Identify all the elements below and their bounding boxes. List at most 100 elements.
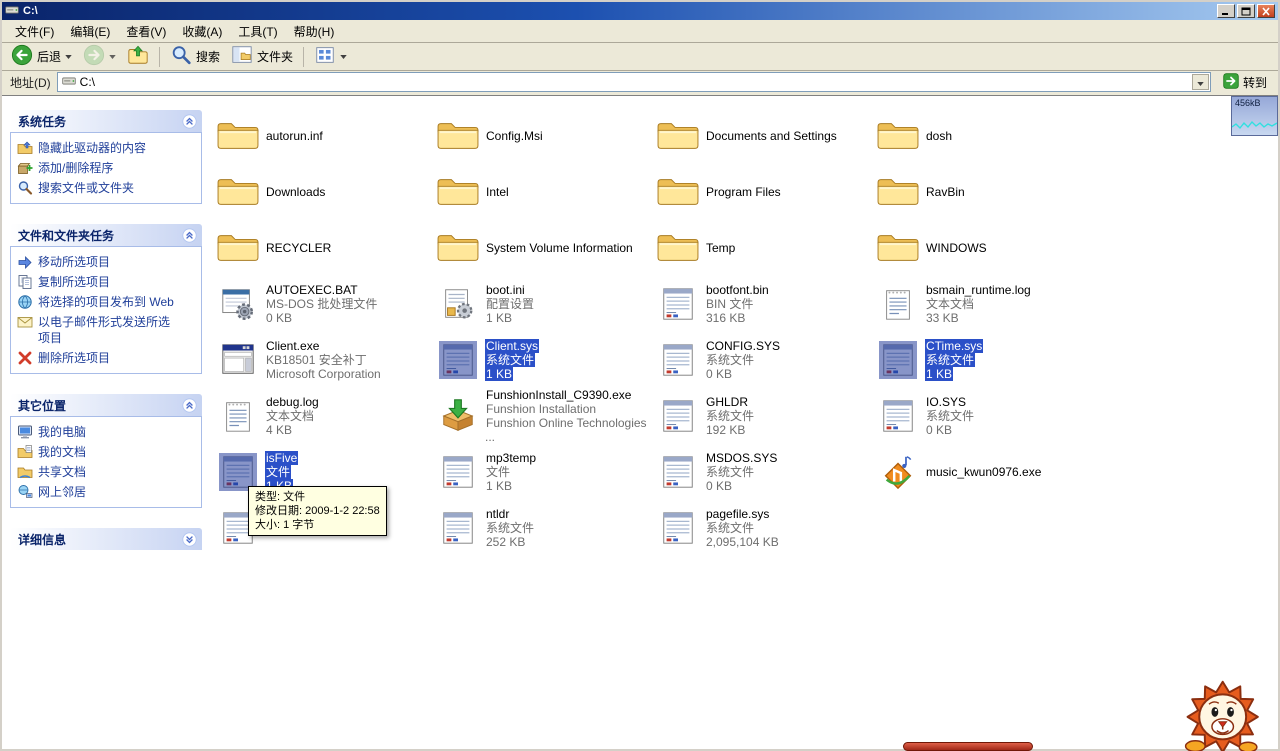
task-link[interactable]: 共享文档 — [15, 462, 197, 482]
lion-mascot[interactable] — [1146, 670, 1274, 751]
file-info: CTime.sys系统文件1 KB — [925, 339, 983, 381]
file-info: pagefile.sys系统文件2,095,104 KB — [705, 507, 780, 549]
file-item[interactable]: CONFIG.SYS系统文件0 KB — [654, 332, 874, 388]
file-item[interactable]: bsmain_runtime.log文本文档33 KB — [874, 276, 1094, 332]
file-item[interactable]: CTime.sys系统文件1 KB — [874, 332, 1094, 388]
generic-file-icon — [436, 450, 480, 494]
file-info: IO.SYS系统文件0 KB — [925, 395, 975, 437]
network-monitor-widget[interactable]: 456kB — [1231, 96, 1278, 136]
up-button[interactable] — [122, 42, 154, 71]
maximize-button[interactable] — [1237, 4, 1255, 18]
folder-item[interactable]: WINDOWS — [874, 220, 1094, 276]
back-button[interactable]: 后退 — [6, 42, 77, 71]
folder-item[interactable]: dosh — [874, 108, 1094, 164]
task-link-label: 将选择的项目发布到 Web — [38, 294, 178, 310]
task-link[interactable]: 搜索文件或文件夹 — [15, 178, 197, 198]
folder-item[interactable]: System Volume Information — [434, 220, 654, 276]
folders-button[interactable]: 文件夹 — [226, 42, 298, 71]
folder-item[interactable]: RavBin — [874, 164, 1094, 220]
forward-dropdown-icon[interactable] — [109, 55, 116, 59]
file-item[interactable]: GHLDR系统文件192 KB — [654, 388, 874, 444]
task-panel-header[interactable]: 其它位置 — [10, 394, 202, 416]
file-item[interactable]: Client.exeKB18501 安全补丁Microsoft Corporat… — [214, 332, 434, 388]
task-link[interactable]: 将选择的项目发布到 Web — [15, 292, 197, 312]
chevron-up-icon[interactable] — [182, 398, 197, 413]
file-info: RavBin — [925, 185, 966, 199]
search-button[interactable]: 搜索 — [165, 42, 225, 71]
file-item[interactable]: mp3temp文件1 KB — [434, 444, 654, 500]
views-dropdown-icon[interactable] — [340, 55, 347, 59]
file-detail: 系统文件 — [485, 353, 539, 367]
file-item[interactable]: AUTOEXEC.BATMS-DOS 批处理文件0 KB — [214, 276, 434, 332]
address-input[interactable]: C:\ — [57, 72, 1211, 92]
folder-item[interactable]: Program Files — [654, 164, 874, 220]
views-icon — [314, 44, 336, 69]
task-link-label: 添加/删除程序 — [38, 160, 178, 176]
task-panel-title: 文件和文件夹任务 — [18, 227, 114, 244]
file-item[interactable]: MSDOS.SYS系统文件0 KB — [654, 444, 874, 500]
forward-button[interactable] — [78, 42, 121, 71]
menu-item[interactable]: 工具(T) — [231, 21, 284, 42]
task-link[interactable]: 删除所选项目 — [15, 348, 197, 368]
folder-item[interactable]: Downloads — [214, 164, 434, 220]
task-link[interactable]: 网上邻居 — [15, 482, 197, 502]
task-panel-header[interactable]: 详细信息 — [10, 528, 202, 550]
file-item[interactable]: boot.ini配置设置1 KB — [434, 276, 654, 332]
file-item[interactable]: ntldr系统文件252 KB — [434, 500, 654, 556]
file-item[interactable]: pagefile.sys系统文件2,095,104 KB — [654, 500, 874, 556]
task-link[interactable]: 我的电脑 — [15, 422, 197, 442]
task-link[interactable]: 移动所选项目 — [15, 252, 197, 272]
file-detail: MS-DOS 批处理文件 — [265, 297, 378, 311]
task-panel-header[interactable]: 文件和文件夹任务 — [10, 224, 202, 246]
chevron-up-icon[interactable] — [182, 228, 197, 243]
file-item[interactable]: debug.log文本文档4 KB — [214, 388, 434, 444]
chevron-up-icon[interactable] — [182, 114, 197, 129]
folder-item[interactable]: Config.Msi — [434, 108, 654, 164]
task-link-label: 我的电脑 — [38, 424, 178, 440]
menu-item[interactable]: 编辑(E) — [63, 21, 117, 42]
folder-icon — [876, 114, 920, 158]
file-item[interactable]: bootfont.binBIN 文件316 KB — [654, 276, 874, 332]
menu-item[interactable]: 文件(F) — [8, 21, 61, 42]
folder-item[interactable]: Intel — [434, 164, 654, 220]
chevron-down-icon[interactable] — [182, 532, 197, 547]
address-dropdown-button[interactable] — [1192, 74, 1209, 90]
folders-label: 文件夹 — [257, 48, 293, 65]
back-label: 后退 — [37, 48, 61, 65]
file-detail: 2,095,104 KB — [705, 535, 780, 549]
task-panel-header[interactable]: 系统任务 — [10, 110, 202, 132]
go-button[interactable]: 转到 — [1217, 73, 1273, 92]
address-value: C:\ — [80, 75, 1188, 89]
folder-item[interactable]: autorun.inf — [214, 108, 434, 164]
folder-item[interactable]: Temp — [654, 220, 874, 276]
back-dropdown-icon[interactable] — [65, 55, 72, 59]
task-link-label: 隐藏此驱动器的内容 — [38, 140, 178, 156]
task-link[interactable]: 复制所选项目 — [15, 272, 197, 292]
task-panel-body: 隐藏此驱动器的内容添加/删除程序搜索文件或文件夹 — [10, 132, 202, 204]
task-link[interactable]: 隐藏此驱动器的内容 — [15, 138, 197, 158]
folder-icon — [216, 114, 260, 158]
task-link-label: 搜索文件或文件夹 — [38, 180, 178, 196]
file-item[interactable]: music_kwun0976.exe — [874, 444, 1094, 500]
views-button[interactable] — [309, 42, 352, 71]
task-link[interactable]: 以电子邮件形式发送所选项目 — [15, 312, 197, 348]
menu-item[interactable]: 收藏(A) — [175, 21, 229, 42]
menu-item[interactable]: 查看(V) — [119, 21, 173, 42]
file-item[interactable]: IO.SYS系统文件0 KB — [874, 388, 1094, 444]
menu-item[interactable]: 帮助(H) — [287, 21, 342, 42]
text-file-icon — [876, 282, 920, 326]
folder-item[interactable]: RECYCLER — [214, 220, 434, 276]
minimize-button[interactable] — [1217, 4, 1235, 18]
task-link[interactable]: 添加/删除程序 — [15, 158, 197, 178]
file-name: CTime.sys — [925, 339, 983, 353]
file-item[interactable]: Client.sys系统文件1 KB — [434, 332, 654, 388]
file-item[interactable]: FunshionInstall_C9390.exeFunshion Instal… — [434, 388, 654, 444]
promo-banner[interactable] — [903, 742, 1033, 751]
task-link[interactable]: 我的文档 — [15, 442, 197, 462]
file-detail: 1 KB — [485, 479, 537, 493]
file-detail: 192 KB — [705, 423, 755, 437]
folder-item[interactable]: Documents and Settings — [654, 108, 874, 164]
tooltip: 类型: 文件 修改日期: 2009-1-2 22:58 大小: 1 字节 — [248, 486, 387, 536]
close-button[interactable] — [1257, 4, 1275, 18]
window-title: C:\ — [23, 5, 38, 17]
